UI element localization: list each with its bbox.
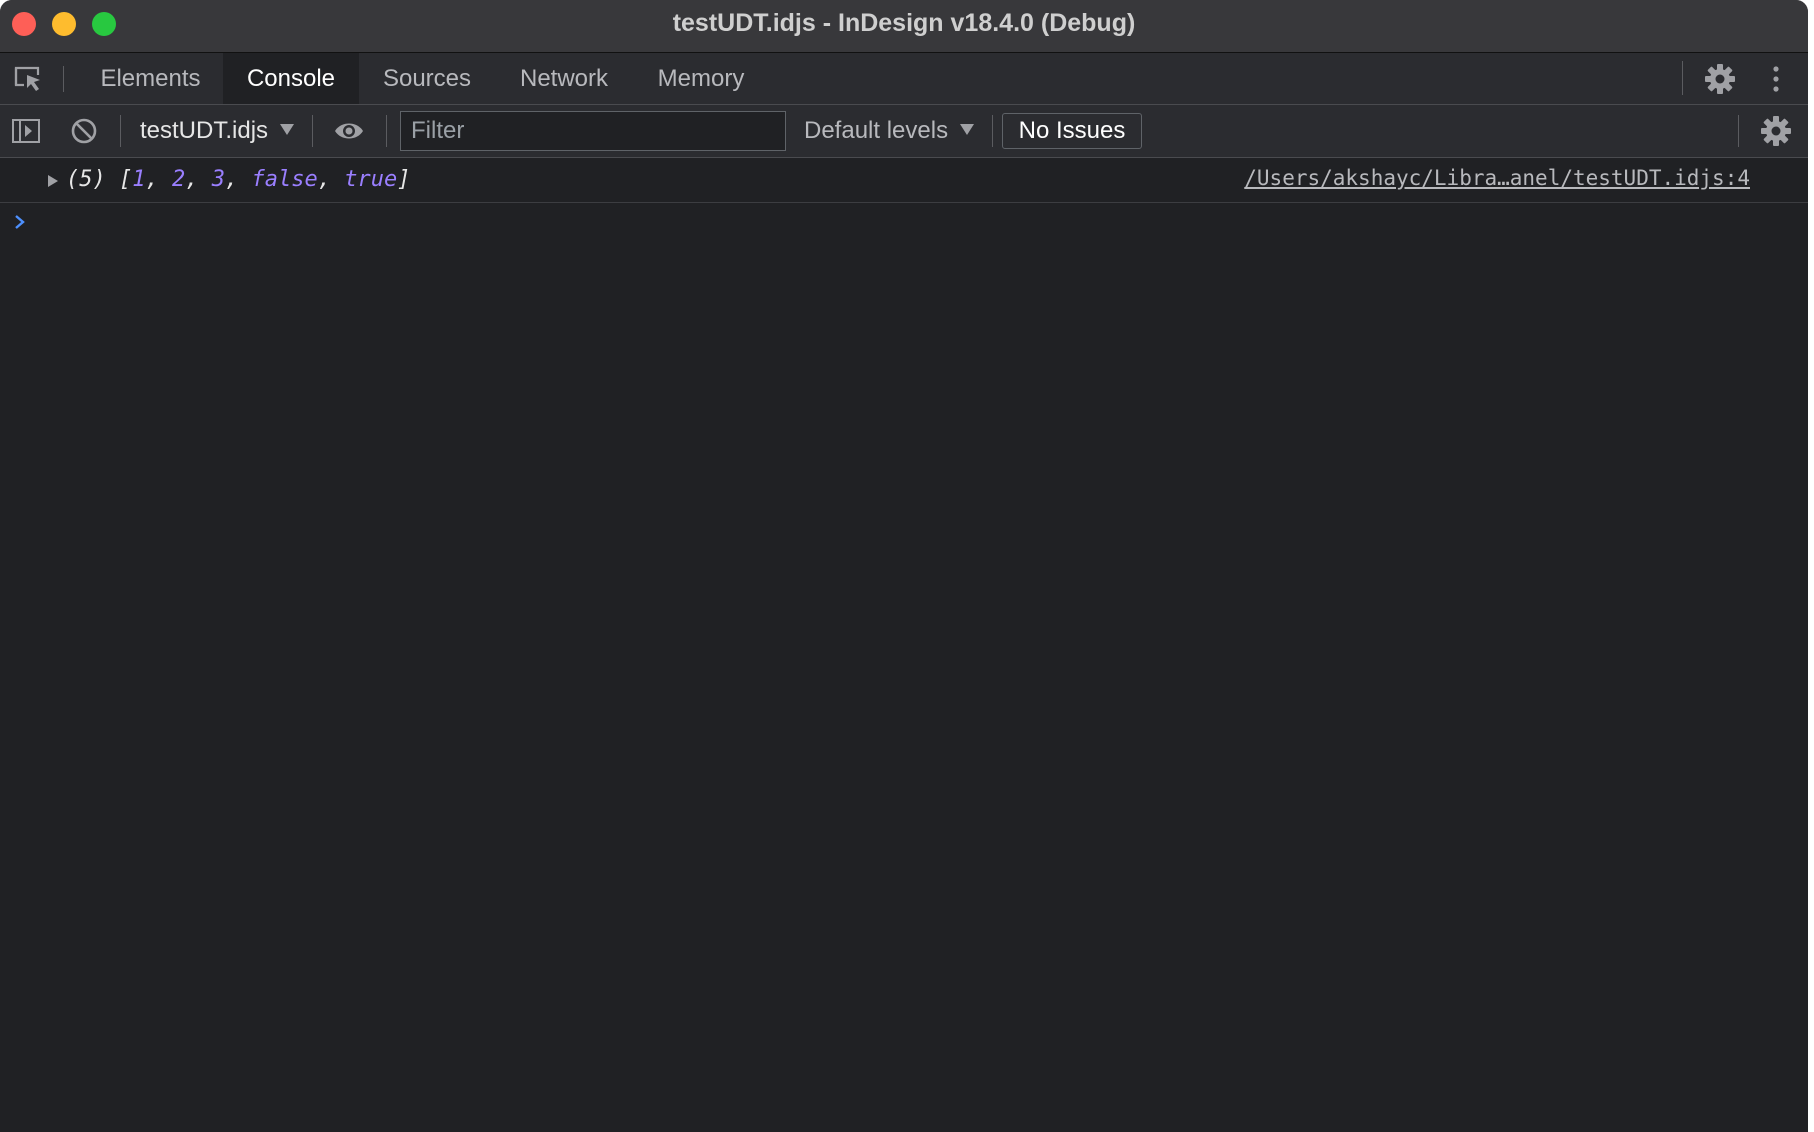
array-length: (5) (66, 167, 119, 192)
tab-memory[interactable]: Memory (640, 53, 762, 104)
array-close-bracket: ] (397, 167, 411, 192)
expand-triangle-icon[interactable] (48, 175, 58, 187)
array-value: 3 (211, 167, 225, 192)
tab-sources[interactable]: Sources (361, 53, 493, 104)
title-bar: testUDT.idjs - InDesign v18.4.0 (Debug) (0, 0, 1808, 53)
toolbar-divider (63, 66, 64, 92)
array-value: 2 (171, 167, 186, 192)
array-value: false (251, 167, 318, 192)
window-title: testUDT.idjs - InDesign v18.4.0 (Debug) (672, 9, 1136, 37)
filter-input[interactable] (400, 111, 786, 151)
context-selector[interactable]: testUDT.idjs (140, 105, 295, 157)
console-settings-gear-icon[interactable] (1760, 115, 1792, 147)
context-label: testUDT.idjs (140, 117, 269, 144)
eye-icon[interactable] (333, 115, 365, 147)
console-message[interactable]: (5) [1, 2, 3, false, true] /Users/akshay… (0, 158, 1808, 203)
panel-tab-bar: Elements Console Sources Network Memory (0, 53, 1808, 105)
array-value: 1 (132, 167, 146, 192)
toolbar-divider (992, 115, 993, 147)
array-open-bracket: [ (118, 167, 133, 192)
source-link[interactable]: /Users/akshayc/Libra…anel/testUDT.idjs:4 (1244, 158, 1750, 202)
window-edge (1808, 0, 1814, 1132)
devtools-window: testUDT.idjs - InDesign v18.4.0 (Debug) … (0, 0, 1808, 1132)
toolbar-divider (120, 115, 121, 147)
dropdown-caret-icon (960, 124, 975, 136)
array-value: true (344, 167, 398, 192)
toolbar-divider (1738, 115, 1739, 147)
gear-icon[interactable] (1704, 63, 1736, 95)
logged-array[interactable]: (5) [1, 2, 3, false, true] (66, 158, 410, 202)
console-prompt-input[interactable] (36, 204, 1788, 242)
kebab-menu-icon[interactable] (1768, 63, 1784, 95)
console-toolbar: testUDT.idjs Default levels No Issues (0, 105, 1808, 158)
toolbar-divider (312, 115, 313, 147)
dropdown-caret-icon (280, 124, 295, 136)
log-levels-dropdown[interactable]: Default levels (804, 105, 975, 157)
toolbar-divider (1682, 61, 1683, 95)
clear-console-icon[interactable] (68, 115, 100, 147)
log-levels-label: Default levels (804, 117, 949, 144)
toolbar-divider (386, 115, 387, 147)
show-sidebar-icon[interactable] (10, 115, 42, 147)
tab-elements[interactable]: Elements (80, 53, 221, 104)
tab-console[interactable]: Console (223, 53, 359, 104)
issues-button[interactable]: No Issues (1002, 113, 1142, 149)
chevron-right-icon (12, 212, 28, 232)
tab-network[interactable]: Network (505, 53, 623, 104)
inspect-element-icon[interactable] (12, 63, 44, 95)
